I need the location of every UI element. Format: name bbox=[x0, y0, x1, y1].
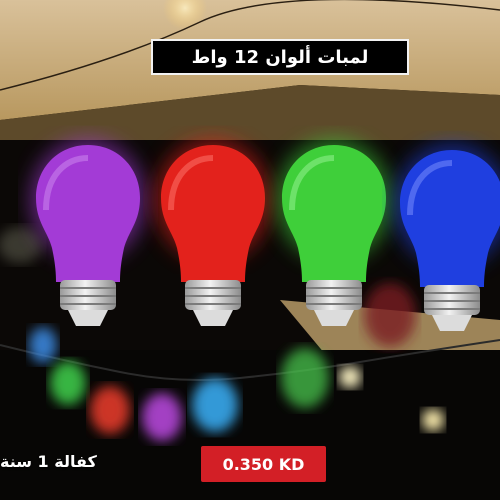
product-title: لمبات ألوان 12 واط bbox=[151, 39, 409, 75]
price-badge: 0.350 KD bbox=[201, 446, 326, 482]
product-photo bbox=[0, 0, 500, 500]
warranty-label: كفالة 1 سنة bbox=[0, 451, 97, 471]
